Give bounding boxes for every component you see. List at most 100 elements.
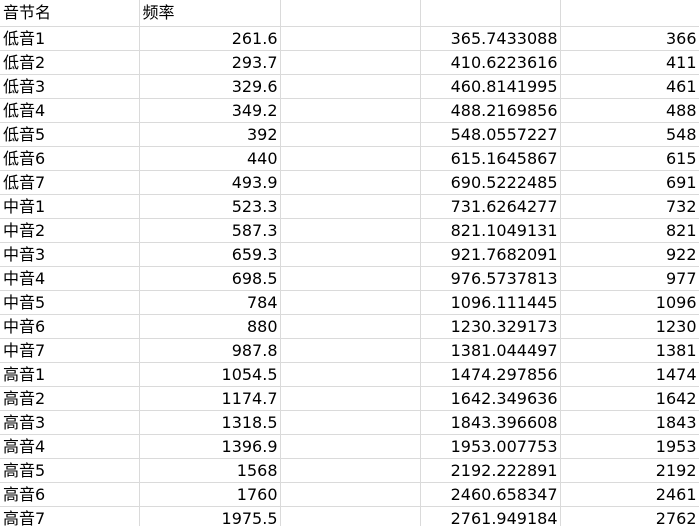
cell-scaled-value[interactable]: 615.1645867 <box>420 146 561 171</box>
cell-note-name[interactable]: 中音7 <box>0 338 140 363</box>
cell-rounded-value[interactable]: 1230 <box>560 314 699 339</box>
cell-frequency[interactable]: 587.3 <box>139 218 281 243</box>
cell-scaled-value[interactable]: 821.1049131 <box>420 218 561 243</box>
cell-frequency[interactable]: 329.6 <box>139 74 281 99</box>
cell-note-name[interactable]: 高音3 <box>0 410 140 435</box>
cell-frequency[interactable]: 349.2 <box>139 98 281 123</box>
cell-note-name[interactable]: 低音4 <box>0 98 140 123</box>
cell-frequency[interactable]: 1318.5 <box>139 410 281 435</box>
cell-empty[interactable] <box>280 218 421 243</box>
cell-scaled-value[interactable]: 1096.111445 <box>420 290 561 315</box>
cell-note-name[interactable]: 低音1 <box>0 26 140 51</box>
cell-scaled-value[interactable]: 976.5737813 <box>420 266 561 291</box>
cell-note-name[interactable]: 中音1 <box>0 194 140 219</box>
cell-rounded-value[interactable]: 2461 <box>560 482 699 507</box>
cell-frequency[interactable]: 659.3 <box>139 242 281 267</box>
cell-note-name[interactable]: 高音7 <box>0 506 140 526</box>
cell-note-name[interactable]: 高音1 <box>0 362 140 387</box>
cell-scaled-value[interactable]: 731.6264277 <box>420 194 561 219</box>
cell-empty[interactable] <box>280 362 421 387</box>
cell-frequency[interactable]: 1396.9 <box>139 434 281 459</box>
header-cell-e[interactable] <box>560 0 699 27</box>
cell-scaled-value[interactable]: 488.2169856 <box>420 98 561 123</box>
cell-frequency[interactable]: 987.8 <box>139 338 281 363</box>
cell-rounded-value[interactable]: 977 <box>560 266 699 291</box>
cell-rounded-value[interactable]: 732 <box>560 194 699 219</box>
cell-rounded-value[interactable]: 1474 <box>560 362 699 387</box>
cell-scaled-value[interactable]: 1230.329173 <box>420 314 561 339</box>
cell-frequency[interactable]: 880 <box>139 314 281 339</box>
cell-frequency[interactable]: 1054.5 <box>139 362 281 387</box>
cell-note-name[interactable]: 高音4 <box>0 434 140 459</box>
cell-rounded-value[interactable]: 488 <box>560 98 699 123</box>
cell-empty[interactable] <box>280 146 421 171</box>
cell-rounded-value[interactable]: 461 <box>560 74 699 99</box>
cell-frequency[interactable]: 261.6 <box>139 26 281 51</box>
cell-frequency[interactable]: 698.5 <box>139 266 281 291</box>
cell-note-name[interactable]: 中音6 <box>0 314 140 339</box>
cell-scaled-value[interactable]: 2192.222891 <box>420 458 561 483</box>
cell-scaled-value[interactable]: 1953.007753 <box>420 434 561 459</box>
cell-note-name[interactable]: 高音2 <box>0 386 140 411</box>
cell-empty[interactable] <box>280 386 421 411</box>
cell-empty[interactable] <box>280 74 421 99</box>
cell-scaled-value[interactable]: 365.7433088 <box>420 26 561 51</box>
cell-rounded-value[interactable]: 821 <box>560 218 699 243</box>
cell-scaled-value[interactable]: 460.8141995 <box>420 74 561 99</box>
cell-rounded-value[interactable]: 1381 <box>560 338 699 363</box>
header-cell-d[interactable] <box>420 0 561 27</box>
cell-note-name[interactable]: 中音2 <box>0 218 140 243</box>
cell-empty[interactable] <box>280 170 421 195</box>
cell-note-name[interactable]: 高音5 <box>0 458 140 483</box>
cell-note-name[interactable]: 高音6 <box>0 482 140 507</box>
cell-scaled-value[interactable]: 2761.949184 <box>420 506 561 526</box>
cell-scaled-value[interactable]: 921.7682091 <box>420 242 561 267</box>
cell-empty[interactable] <box>280 194 421 219</box>
cell-frequency[interactable]: 493.9 <box>139 170 281 195</box>
cell-empty[interactable] <box>280 434 421 459</box>
cell-empty[interactable] <box>280 242 421 267</box>
cell-rounded-value[interactable]: 411 <box>560 50 699 75</box>
cell-note-name[interactable]: 低音7 <box>0 170 140 195</box>
cell-rounded-value[interactable]: 2762 <box>560 506 699 526</box>
cell-empty[interactable] <box>280 26 421 51</box>
cell-frequency[interactable]: 293.7 <box>139 50 281 75</box>
cell-note-name[interactable]: 低音3 <box>0 74 140 99</box>
cell-frequency[interactable]: 784 <box>139 290 281 315</box>
cell-frequency[interactable]: 1975.5 <box>139 506 281 526</box>
cell-frequency[interactable]: 523.3 <box>139 194 281 219</box>
cell-empty[interactable] <box>280 98 421 123</box>
cell-note-name[interactable]: 中音3 <box>0 242 140 267</box>
cell-empty[interactable] <box>280 482 421 507</box>
cell-empty[interactable] <box>280 338 421 363</box>
header-cell-c[interactable] <box>280 0 421 27</box>
cell-scaled-value[interactable]: 690.5222485 <box>420 170 561 195</box>
cell-scaled-value[interactable]: 1843.396608 <box>420 410 561 435</box>
cell-frequency[interactable]: 1760 <box>139 482 281 507</box>
cell-rounded-value[interactable]: 922 <box>560 242 699 267</box>
cell-empty[interactable] <box>280 410 421 435</box>
cell-frequency[interactable]: 1568 <box>139 458 281 483</box>
cell-frequency[interactable]: 1174.7 <box>139 386 281 411</box>
cell-scaled-value[interactable]: 1381.044497 <box>420 338 561 363</box>
cell-rounded-value[interactable]: 366 <box>560 26 699 51</box>
cell-rounded-value[interactable]: 1953 <box>560 434 699 459</box>
cell-empty[interactable] <box>280 266 421 291</box>
cell-note-name[interactable]: 低音6 <box>0 146 140 171</box>
cell-rounded-value[interactable]: 691 <box>560 170 699 195</box>
cell-scaled-value[interactable]: 548.0557227 <box>420 122 561 147</box>
cell-empty[interactable] <box>280 122 421 147</box>
header-cell-frequency[interactable]: 频率 <box>139 0 281 27</box>
cell-note-name[interactable]: 中音4 <box>0 266 140 291</box>
cell-empty[interactable] <box>280 50 421 75</box>
header-cell-note-name[interactable]: 音节名 <box>0 0 140 27</box>
cell-note-name[interactable]: 中音5 <box>0 290 140 315</box>
cell-empty[interactable] <box>280 290 421 315</box>
cell-scaled-value[interactable]: 410.6223616 <box>420 50 561 75</box>
cell-rounded-value[interactable]: 1843 <box>560 410 699 435</box>
cell-frequency[interactable]: 440 <box>139 146 281 171</box>
cell-empty[interactable] <box>280 506 421 526</box>
cell-empty[interactable] <box>280 458 421 483</box>
cell-scaled-value[interactable]: 1474.297856 <box>420 362 561 387</box>
cell-scaled-value[interactable]: 1642.349636 <box>420 386 561 411</box>
